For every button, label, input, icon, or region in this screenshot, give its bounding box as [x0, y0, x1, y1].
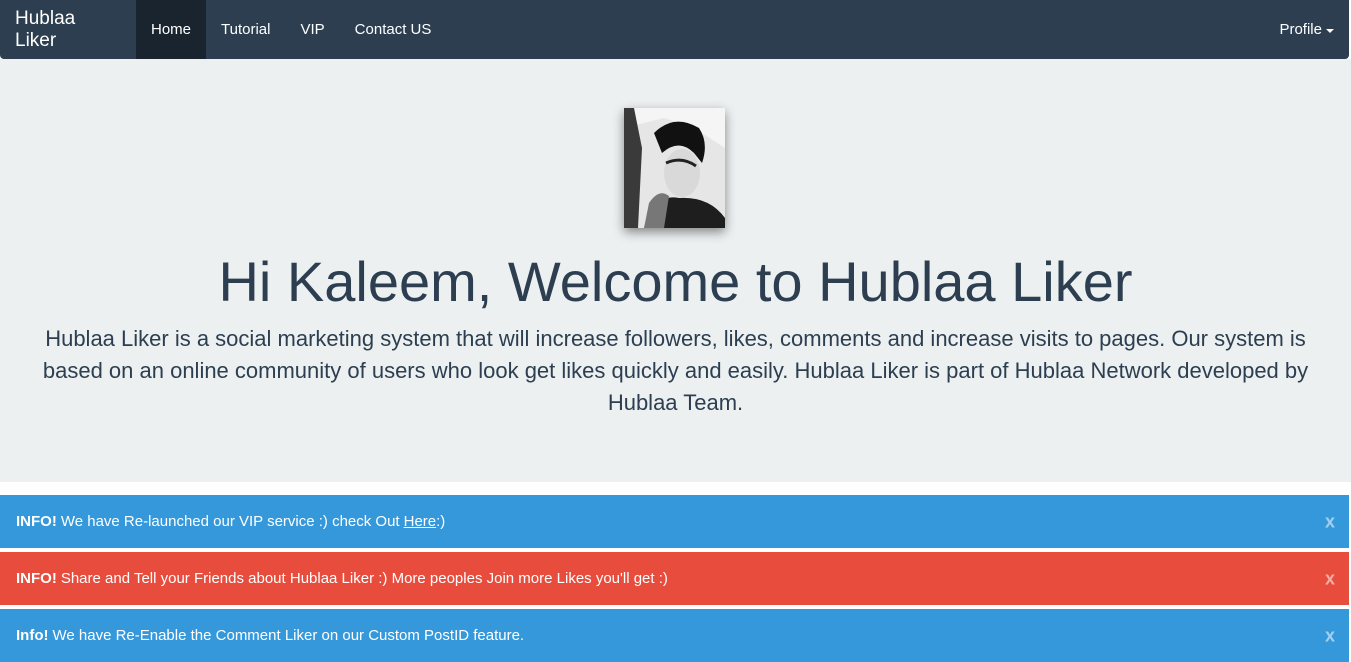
alert-prefix: INFO!: [16, 513, 57, 530]
user-avatar: [624, 108, 725, 228]
close-alert-button[interactable]: x: [1325, 568, 1335, 589]
alert-text: We have Re-launched our VIP service :) c…: [60, 513, 400, 530]
welcome-heading: Hi Kaleem, Welcome to Hublaa Liker: [218, 250, 1133, 313]
profile-label: Profile: [1279, 21, 1322, 38]
alert-text: Share and Tell your Friends about Hublaa…: [60, 570, 668, 587]
welcome-jumbotron: Hi Kaleem, Welcome to Hublaa Liker Hubla…: [0, 59, 1351, 482]
nav-contact-us[interactable]: Contact US: [340, 0, 447, 59]
welcome-description: Hublaa Liker is a social marketing syste…: [42, 326, 1309, 415]
alert-text: We have Re-Enable the Comment Liker on o…: [52, 627, 525, 644]
caret-down-icon: [1326, 28, 1334, 33]
top-navbar: Hublaa Liker Home Tutorial VIP Contact U…: [0, 0, 1349, 59]
close-alert-button[interactable]: x: [1325, 625, 1335, 646]
alert-vip-relaunch: INFO! We have Re-launched our VIP servic…: [0, 495, 1349, 548]
alert-comment-liker: Info! We have Re-Enable the Comment Like…: [0, 609, 1349, 662]
alert-prefix: INFO!: [16, 570, 57, 587]
alert-prefix: Info!: [16, 627, 49, 644]
nav-vip[interactable]: VIP: [285, 0, 339, 59]
nav-home[interactable]: Home: [136, 0, 207, 59]
nav-tutorial[interactable]: Tutorial: [206, 0, 285, 59]
alert-share-friends: INFO! Share and Tell your Friends about …: [0, 552, 1349, 605]
brand-logo-link[interactable]: Hublaa Liker: [0, 0, 136, 59]
alert-suffix: :): [436, 513, 446, 530]
close-alert-button[interactable]: x: [1325, 511, 1335, 532]
profile-dropdown[interactable]: Profile: [1279, 0, 1349, 59]
vip-here-link[interactable]: Here: [404, 513, 437, 530]
